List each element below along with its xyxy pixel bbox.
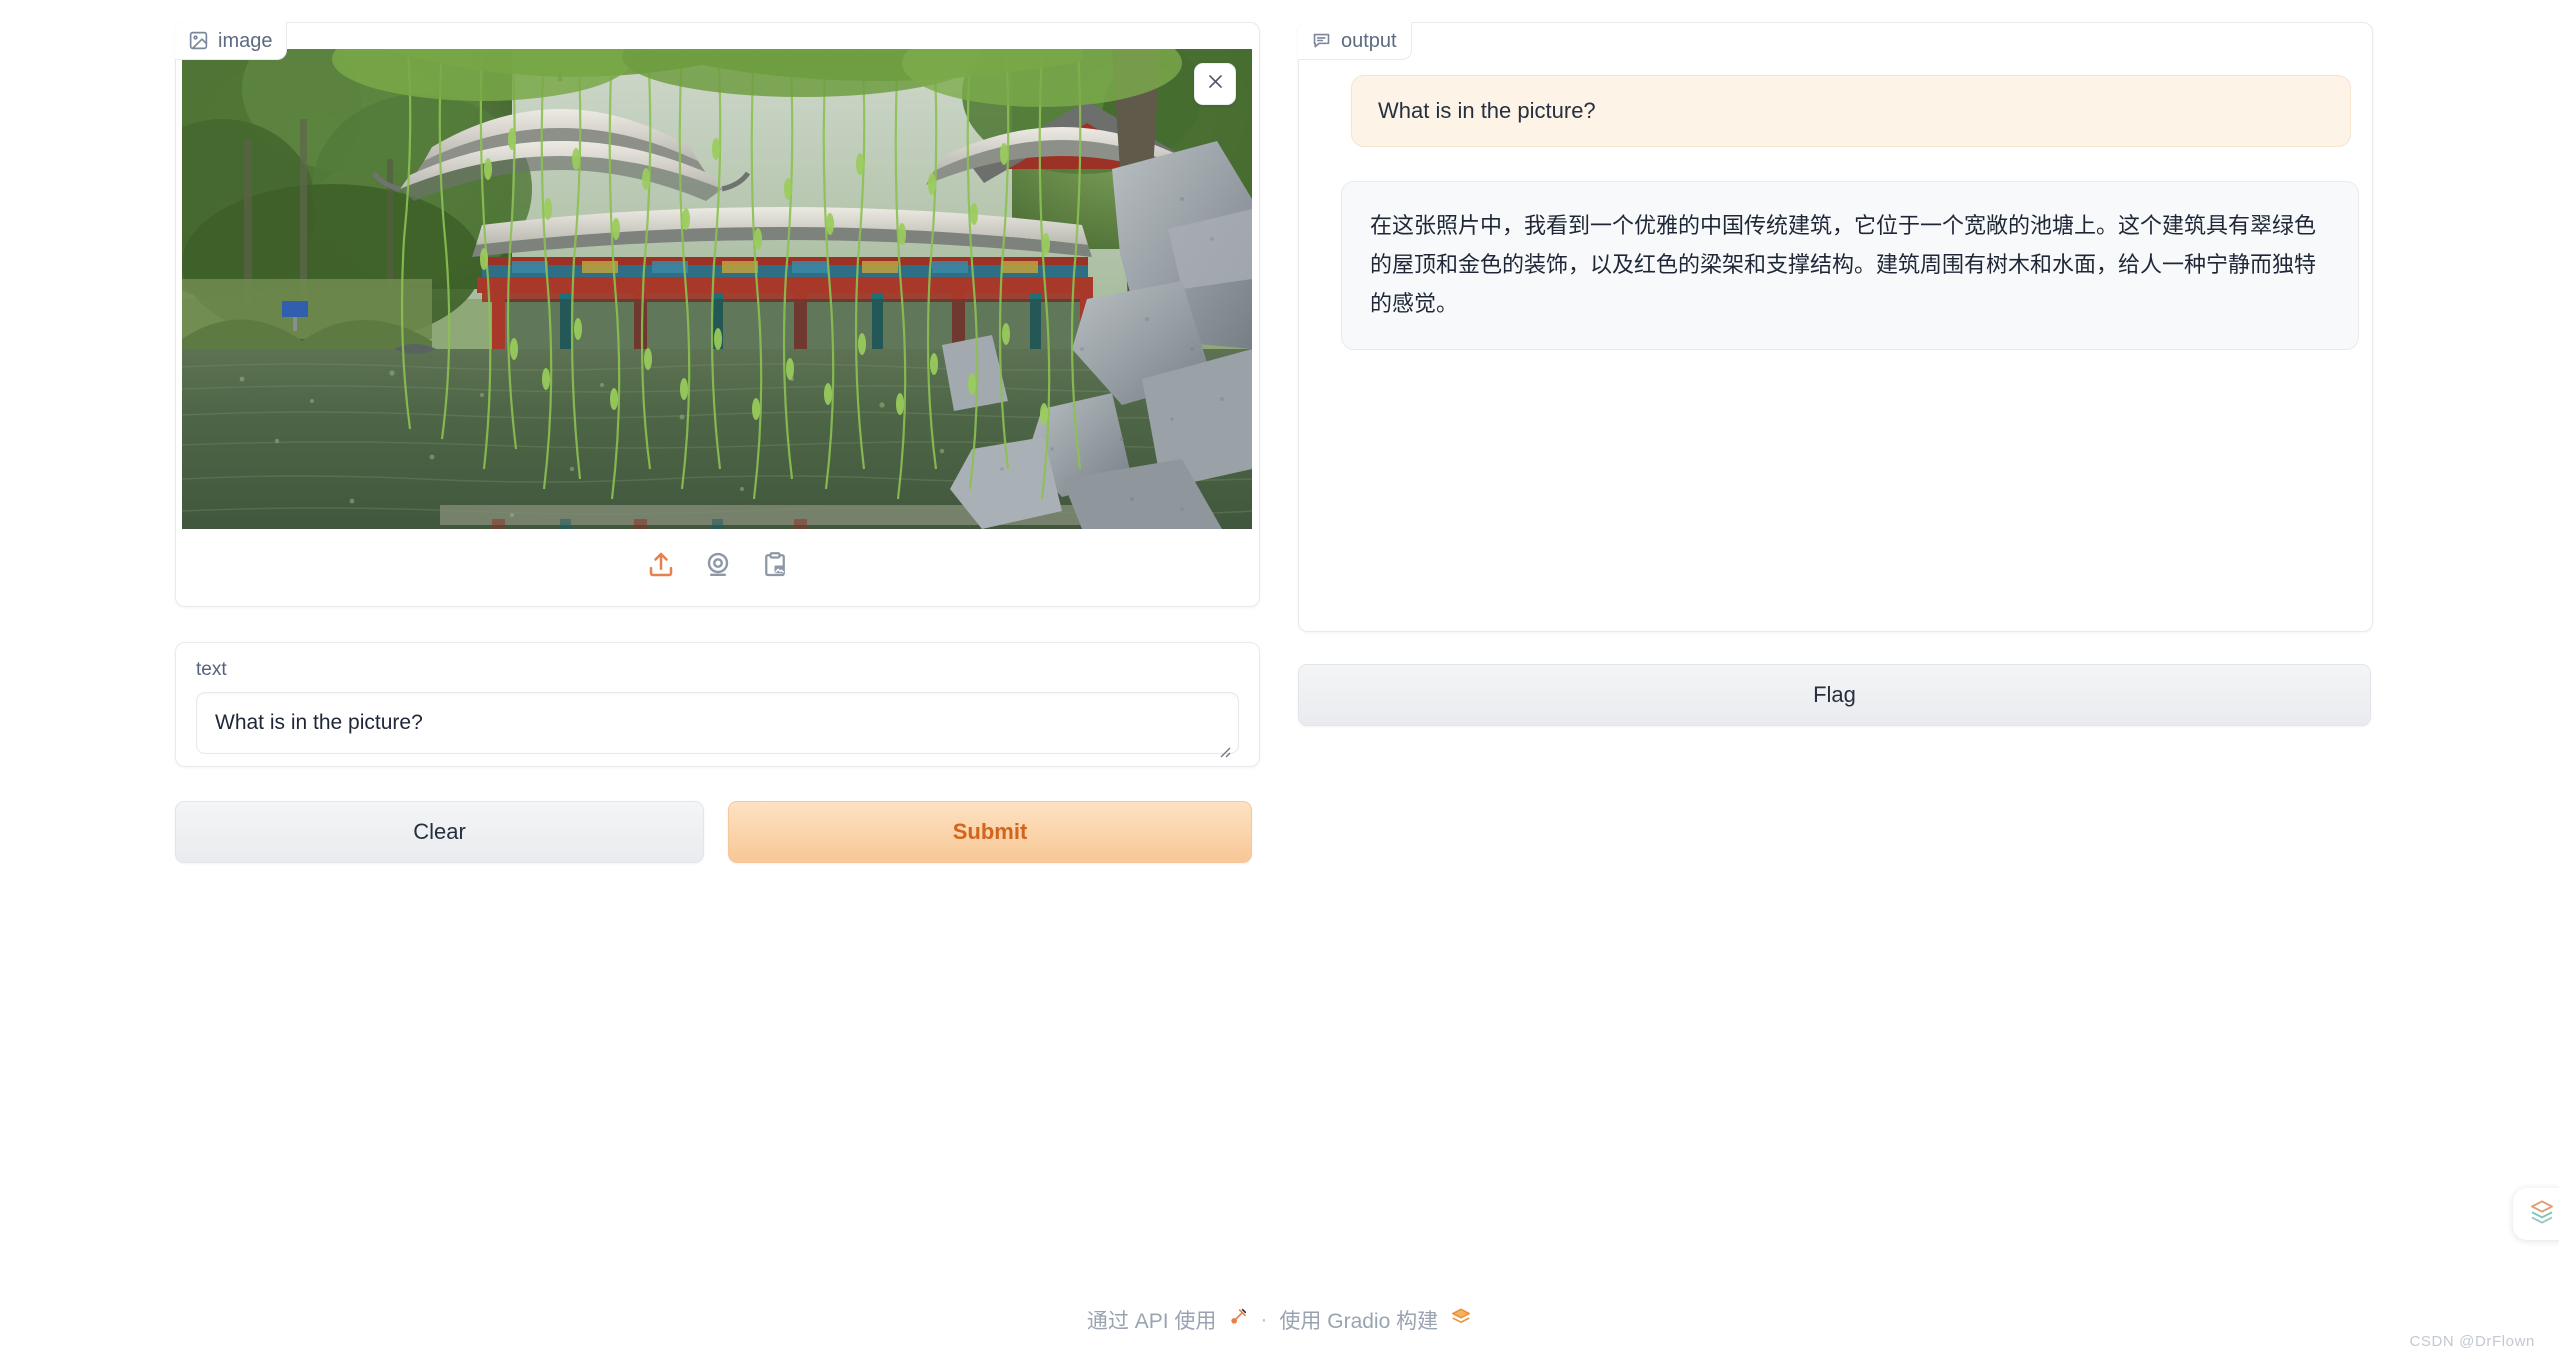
flag-row: Flag [1298, 664, 2373, 726]
text-component: text [175, 642, 1260, 767]
flag-button[interactable]: Flag [1298, 664, 2371, 726]
built-with-gradio-link[interactable]: 使用 Gradio 构建 [1279, 1305, 1438, 1335]
main-columns: image text What is in the picture? Clear… [175, 22, 2375, 863]
text-input[interactable] [196, 692, 1239, 754]
output-column: output What is in the picture? 在这张照片中，我看… [1298, 22, 2373, 726]
gradio-logo-icon [1450, 1306, 1472, 1334]
output-label: output [1298, 22, 1412, 60]
footer: 通过 API 使用 · 使用 Gradio 构建 [0, 1305, 2559, 1335]
webcam-icon[interactable] [703, 550, 733, 580]
bot-message-bubble: 在这张照片中，我看到一个优雅的中国传统建筑，它位于一个宽敞的池塘上。这个建筑具有… [1341, 181, 2359, 351]
image-component: image [175, 22, 1260, 607]
footer-separator: · [1260, 1308, 1268, 1331]
app-root: image text What is in the picture? Clear… [0, 0, 2559, 1360]
image-toolbar [176, 550, 1259, 580]
image-label-text: image [218, 29, 273, 52]
corner-logo-badge[interactable] [2513, 1188, 2559, 1240]
action-buttons: Clear Submit [175, 801, 1260, 863]
clipboard-paste-icon[interactable] [760, 550, 790, 580]
user-message-bubble: What is in the picture? [1351, 75, 2351, 147]
watermark: CSDN @DrFlown [2409, 1333, 2535, 1350]
uploaded-image[interactable] [182, 49, 1252, 529]
plug-icon [1228, 1307, 1248, 1333]
chat-icon [1311, 30, 1332, 51]
text-label: text [196, 659, 227, 680]
use-via-api-link[interactable]: 通过 API 使用 [1087, 1305, 1217, 1335]
photo-scene [182, 49, 1252, 529]
upload-icon[interactable] [646, 550, 676, 580]
clear-button[interactable]: Clear [175, 801, 704, 863]
input-column: image text What is in the picture? Clear… [175, 22, 1260, 863]
output-component: output What is in the picture? 在这张照片中，我看… [1298, 22, 2373, 632]
layers-logo-icon [2527, 1197, 2557, 1232]
close-icon [1206, 72, 1225, 96]
close-image-button[interactable] [1194, 63, 1236, 105]
image-icon [188, 30, 209, 51]
submit-button[interactable]: Submit [728, 801, 1252, 863]
output-label-text: output [1341, 29, 1397, 52]
image-label: image [175, 22, 288, 60]
